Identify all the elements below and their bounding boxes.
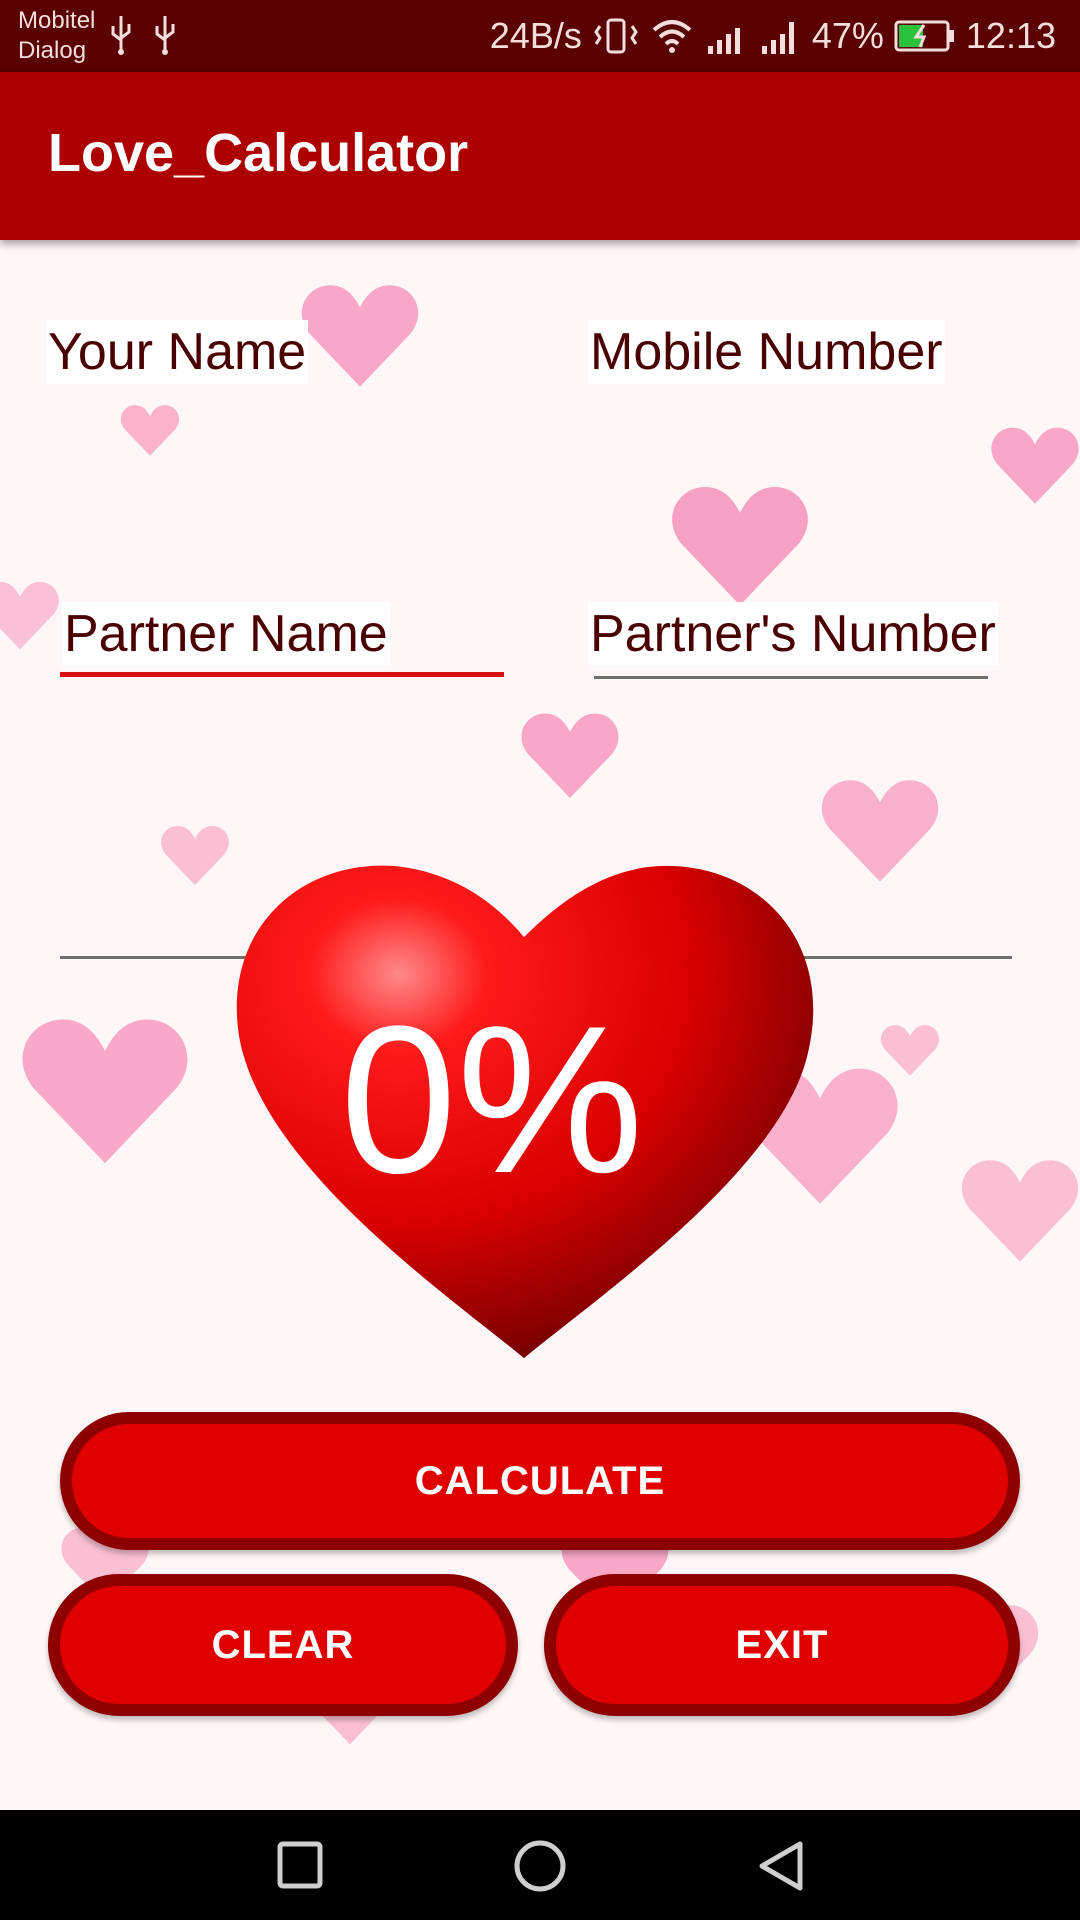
clock: 12:13 [965, 15, 1056, 56]
heart-icon [120, 405, 180, 456]
mobile-number-label: Mobile Number [588, 320, 945, 384]
status-icons: 24B/s 47% 12:13 [490, 0, 1056, 72]
app-bar: Love_Calculator [0, 72, 1080, 240]
heart-icon [22, 1019, 188, 1164]
result-percent: 0% [340, 982, 644, 1217]
your-name-label: Your Name [46, 320, 309, 384]
usb-icon [111, 16, 131, 55]
signal-icon [761, 22, 794, 54]
heart-icon [991, 427, 1079, 504]
heart-icon [961, 1160, 1079, 1262]
main-content: Your Name Mobile Number Partner Name Par… [0, 240, 1080, 1810]
back-icon[interactable] [756, 1838, 806, 1894]
battery-percent: 47% [811, 15, 884, 56]
wifi-icon [652, 20, 692, 53]
calculate-button[interactable]: CALCULATE [60, 1412, 1020, 1550]
battery-icon [894, 20, 954, 52]
vibrate-icon [594, 18, 638, 54]
signal-icon [707, 28, 740, 54]
partners-number-label: Partner's Number [588, 602, 998, 666]
clear-button[interactable]: CLEAR [48, 1574, 518, 1716]
heart-icon [821, 780, 939, 882]
carrier-2: Dialog [18, 37, 87, 64]
exit-button[interactable]: EXIT [544, 1574, 1020, 1716]
status-bar: Mobitel Dialog 24B/s 47% 12:13 [0, 0, 1080, 72]
navigation-bar [0, 1810, 1080, 1920]
carrier-labels: Mobitel Dialog [18, 6, 95, 66]
usb-icon [155, 16, 175, 55]
carrier-1: Mobitel [18, 7, 96, 34]
home-icon[interactable] [512, 1838, 568, 1894]
recent-apps-icon[interactable] [276, 1838, 324, 1892]
heart-icon [161, 825, 229, 886]
heart-icon [0, 582, 59, 650]
network-speed: 24B/s [489, 15, 582, 56]
heart-icon [672, 486, 808, 606]
partner-name-label: Partner Name [62, 602, 390, 666]
heart-icon [301, 285, 419, 387]
app-title: Love_Calculator [48, 123, 469, 183]
heart-icon [521, 713, 619, 798]
